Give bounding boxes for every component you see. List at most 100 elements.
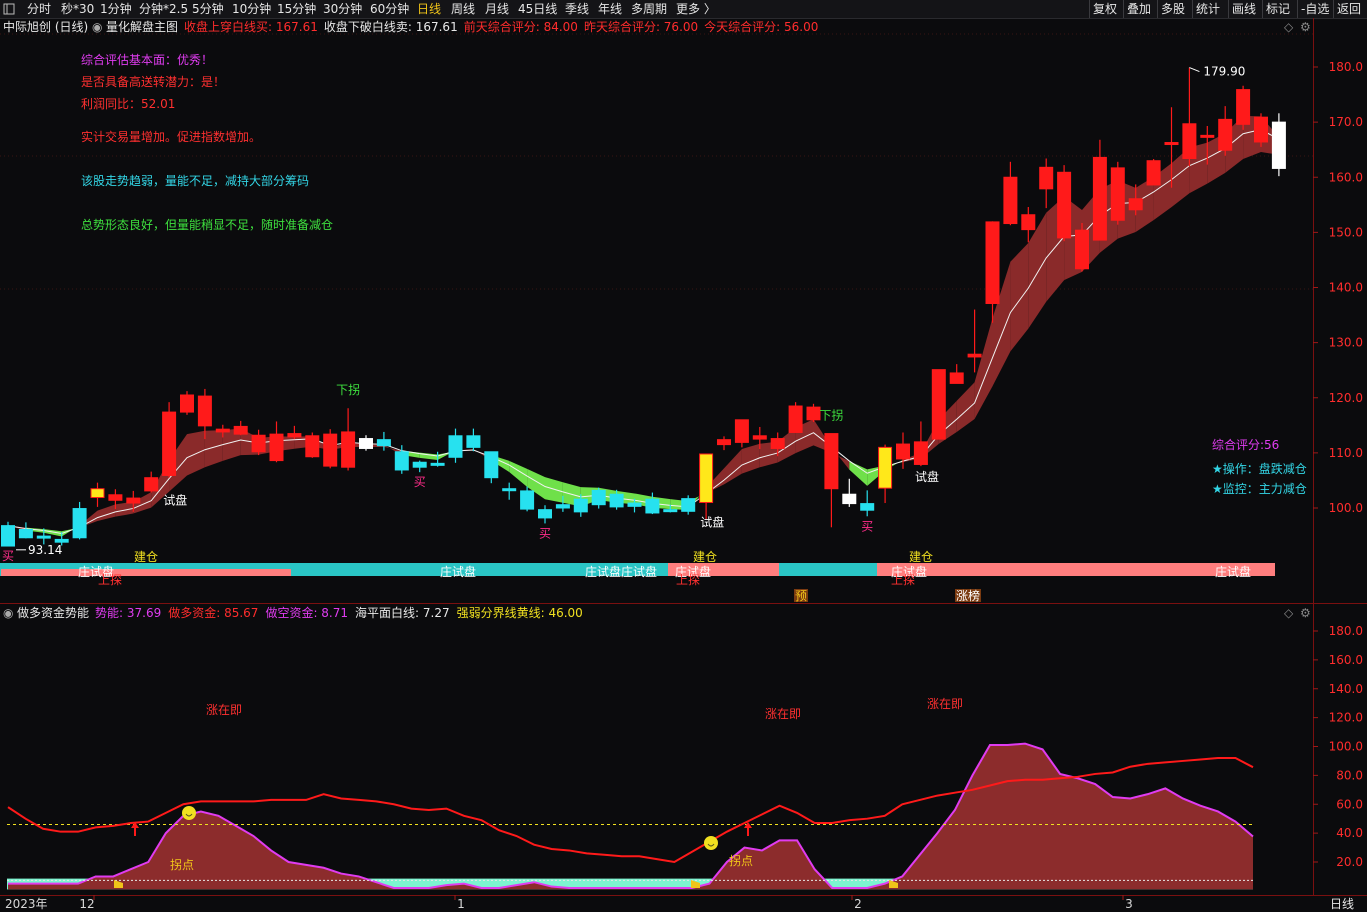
candle — [609, 489, 624, 510]
candle — [1271, 113, 1286, 177]
period-tab-7[interactable]: 30分钟 — [323, 1, 362, 17]
sub-indicator-name[interactable]: 做多资金势能 — [17, 605, 89, 621]
toolbar-btn-5[interactable]: 标记 — [1266, 1, 1290, 17]
ma-band-segment — [1028, 212, 1047, 329]
ma-band-segment — [151, 460, 170, 508]
candle-body — [359, 438, 373, 449]
band-label-2: 上探 — [98, 573, 122, 587]
panel-toggle-icon[interactable] — [3, 1, 15, 17]
period-tab-4[interactable]: 5分钟 — [192, 1, 224, 17]
ma-band-segment — [1171, 147, 1190, 208]
candle-body — [54, 538, 69, 543]
candle — [1092, 139, 1107, 241]
candle — [717, 436, 731, 451]
toolbar-btn-7[interactable]: 返回 — [1337, 1, 1361, 17]
candle — [341, 408, 356, 471]
sub-legend-2: 做空资金: 8.71 — [265, 606, 348, 620]
settings-gear-icon[interactable]: ⚙ — [1300, 19, 1311, 35]
ma-band-segment — [25, 527, 44, 533]
candle-body — [1146, 160, 1161, 186]
sub-y-tick-label: 180.0 — [1329, 624, 1363, 638]
y-tick-label: 110.0 — [1329, 446, 1363, 460]
candle — [842, 478, 857, 507]
band-label-12: 预 — [795, 589, 807, 603]
phase-strip-segment — [291, 563, 668, 576]
ma-band-segment — [348, 441, 366, 448]
candle — [555, 495, 570, 512]
candle — [1200, 125, 1215, 165]
sub-indicator-menu-icon[interactable]: ◉ — [3, 605, 13, 621]
period-tab-5[interactable]: 10分钟 — [232, 1, 271, 17]
candle — [448, 428, 463, 463]
period-tab-14[interactable]: 年线 — [598, 1, 622, 17]
toolbar-separator — [1333, 0, 1334, 18]
toolbar-btn-2[interactable]: 多股 — [1161, 1, 1185, 17]
sub-legend-label: 做多资金: — [168, 606, 225, 620]
period-tab-6[interactable]: 15分钟 — [277, 1, 316, 17]
candle — [1003, 161, 1018, 226]
sub-legend-value: 37.69 — [126, 606, 162, 620]
candle-body — [72, 508, 87, 539]
period-tab-0[interactable]: 分时 — [27, 1, 51, 17]
toolbar-separator — [1157, 0, 1158, 18]
toolbar-btn-0[interactable]: 复权 — [1093, 1, 1117, 17]
candle-body — [90, 488, 105, 499]
candle — [233, 420, 248, 436]
ma-band-segment — [670, 499, 689, 511]
candle-body — [1254, 116, 1268, 143]
candle-body — [1182, 123, 1197, 160]
candle — [591, 487, 606, 509]
toolbar-btn-6[interactable]: -自选 — [1301, 1, 1329, 17]
note-line-5: 总势形态良好，但量能稍显不足，随时准备减仓 — [81, 218, 334, 232]
toolbar-btn-1[interactable]: 叠加 — [1127, 1, 1151, 17]
band-label-13: 涨榜 — [956, 588, 980, 603]
sub-legend-value: 85.67 — [224, 606, 259, 620]
diamond-icon[interactable]: ◇ — [1284, 19, 1293, 35]
period-tab-12[interactable]: 45日线 — [518, 1, 557, 17]
ma-band-segment — [1064, 196, 1082, 281]
low-price-label: 93.14 — [28, 543, 62, 557]
candle-body — [591, 489, 606, 506]
smiley-mouth — [707, 843, 715, 847]
candle — [538, 505, 552, 524]
indicator-name[interactable]: 量化解盘主图 — [106, 19, 178, 35]
period-label: 日线 — [1330, 897, 1354, 911]
period-tab-15[interactable]: 多周期 — [631, 1, 667, 17]
ma-band-segment — [1153, 163, 1172, 221]
candle-body — [1200, 134, 1215, 138]
up-arrow-icon — [744, 822, 752, 836]
toolbar-btn-3[interactable]: 统计 — [1196, 1, 1220, 17]
band-label-3: 庄试盘 — [440, 564, 476, 579]
period-tab-9[interactable]: 日线 — [417, 1, 441, 17]
phase-strip-segment — [779, 563, 877, 576]
candle-body — [1057, 171, 1072, 239]
period-tab-13[interactable]: 季线 — [565, 1, 589, 17]
period-tab-16[interactable]: 更多 〉 — [676, 1, 716, 17]
period-tab-8[interactable]: 60分钟 — [370, 1, 409, 17]
candle — [430, 451, 445, 467]
phase-strip-segment — [668, 563, 779, 576]
candle — [1182, 67, 1197, 167]
sub-settings-gear-icon[interactable]: ⚙ — [1300, 605, 1311, 621]
period-tab-1[interactable]: 秒*30 — [61, 1, 94, 17]
ma-band-segment — [8, 525, 26, 531]
signal-label-8: 试盘 — [915, 469, 939, 484]
ma-band-segment — [795, 419, 814, 454]
sub-legend-3: 海平面白线: 7.27 — [355, 606, 450, 620]
period-tab-2[interactable]: 1分钟 — [100, 1, 132, 17]
candle — [1, 521, 15, 547]
phase-strip-bottom — [1, 569, 291, 576]
sub-diamond-icon[interactable]: ◇ — [1284, 605, 1293, 621]
high-pointer — [1189, 67, 1200, 73]
toolbar-btn-4[interactable]: 画线 — [1232, 1, 1256, 17]
period-tab-3[interactable]: 分钟*2.5 — [139, 1, 188, 17]
period-tab-10[interactable]: 周线 — [451, 1, 475, 17]
ma-band-segment — [1117, 180, 1136, 239]
period-tab-11[interactable]: 月线 — [485, 1, 509, 17]
candle — [627, 498, 642, 513]
indicator-menu-icon[interactable]: ◉ — [92, 19, 102, 35]
ma-band-segment — [992, 261, 1011, 387]
ma-band-segment — [222, 428, 241, 461]
signal-label-0: 买 — [2, 549, 14, 563]
candle-body — [931, 369, 946, 440]
